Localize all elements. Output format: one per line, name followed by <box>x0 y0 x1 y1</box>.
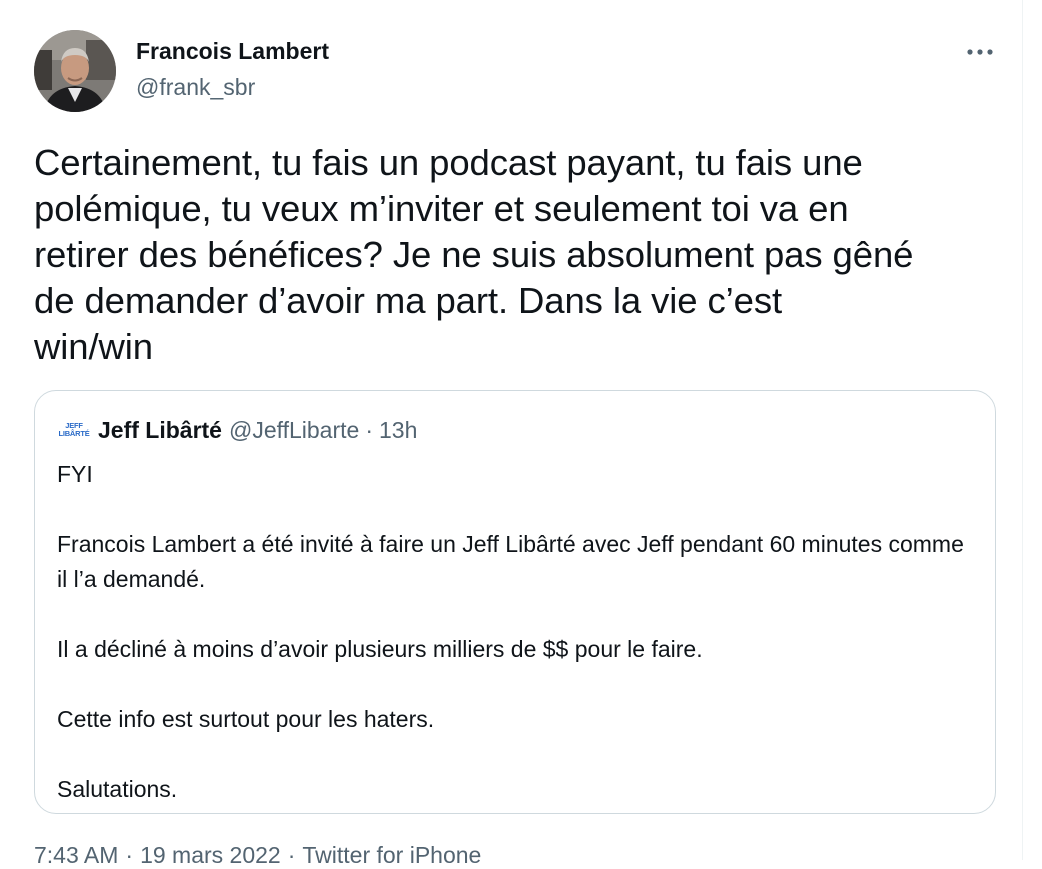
tweet-date[interactable]: 19 mars 2022 <box>140 842 281 868</box>
quoted-paragraph: Francois Lambert a été invité à faire un… <box>57 531 964 592</box>
quoted-paragraph: FYI <box>57 461 93 487</box>
quoted-paragraph: Salutations. <box>57 776 178 802</box>
quoted-author-handle: @JeffLibarte <box>228 416 360 443</box>
separator-dot: · <box>365 416 373 443</box>
quoted-author-name: Jeff Libârté <box>98 416 222 443</box>
quoted-author-avatar: JEFF LIBÂRTÉ <box>58 415 90 445</box>
author-handle[interactable]: @frank_sbr <box>136 74 255 101</box>
more-options-button[interactable] <box>958 34 1002 70</box>
author-name[interactable]: Francois Lambert <box>136 38 329 65</box>
quoted-tweet-header: JEFF LIBÂRTÉ Jeff Libârté @JeffLibarte ·… <box>58 415 418 445</box>
quoted-paragraph: Il a décliné à moins d’avoir plusieurs m… <box>57 636 703 662</box>
tweet-source[interactable]: Twitter for iPhone <box>302 842 481 868</box>
tweet: Francois Lambert @frank_sbr Certainement… <box>0 0 1023 868</box>
quoted-tweet-text: FYI Francois Lambert a été invité à fair… <box>57 457 967 807</box>
more-horizontal-icon <box>967 49 993 55</box>
separator-dot: · <box>125 842 134 868</box>
tweet-metadata: 7:43 AM · 19 mars 2022 · Twitter for iPhone <box>34 842 481 869</box>
quoted-avatar-text-line: LIBÂRTÉ <box>58 429 90 438</box>
author-avatar[interactable] <box>34 30 116 112</box>
quoted-tweet[interactable]: JEFF LIBÂRTÉ Jeff Libârté @JeffLibarte ·… <box>34 390 996 814</box>
quoted-paragraph: Cette info est surtout pour les haters. <box>57 706 435 732</box>
avatar-photo <box>34 30 116 112</box>
tweet-text: Certainement, tu fais un podcast payant,… <box>34 142 914 367</box>
separator-dot: · <box>287 842 296 868</box>
quoted-timestamp: 13h <box>379 416 418 443</box>
tweet-time[interactable]: 7:43 AM <box>34 842 118 868</box>
